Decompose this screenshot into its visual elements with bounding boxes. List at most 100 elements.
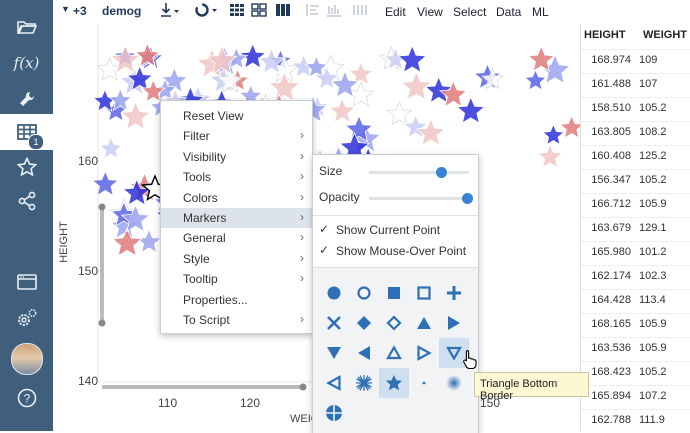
cell-height[interactable]: 161.488 [581, 78, 631, 90]
cell-height[interactable]: 156.347 [581, 174, 631, 186]
scatter-point[interactable] [91, 170, 119, 197]
menu-item-to-script[interactable]: To Script › [161, 310, 312, 330]
menu-edit[interactable]: Edit [385, 5, 406, 19]
window-icon[interactable] [0, 264, 53, 300]
cell-height[interactable]: 162.788 [581, 414, 631, 426]
table-row[interactable]: 162.788 111.9 [581, 409, 690, 431]
table-row[interactable]: 163.805 108.2 [581, 121, 690, 143]
table-row[interactable]: 165.980 101.2 [581, 241, 690, 263]
scatter-point[interactable] [523, 68, 547, 91]
cell-height[interactable]: 163.805 [581, 126, 631, 138]
cell-height[interactable]: 164.428 [581, 294, 631, 306]
square-marker-icon[interactable] [379, 278, 409, 308]
dataset-name[interactable]: demog [102, 4, 141, 18]
table-row[interactable]: 162.174 102.3 [581, 265, 690, 287]
table-row[interactable]: 168.165 105.9 [581, 313, 690, 335]
scatter-point[interactable] [328, 97, 356, 124]
cell-weight[interactable]: 107 [639, 78, 690, 90]
cell-weight[interactable]: 105.2 [639, 102, 690, 114]
help-icon[interactable]: ? [0, 380, 53, 416]
cell-weight[interactable]: 108.2 [639, 126, 690, 138]
menu-select[interactable]: Select [453, 5, 486, 19]
x-marker-icon[interactable] [319, 308, 349, 338]
cell-height[interactable]: 163.679 [581, 222, 631, 234]
wrench-icon[interactable] [0, 81, 53, 117]
share-icon[interactable] [0, 183, 53, 219]
size-slider-track[interactable] [369, 171, 469, 174]
data-grid[interactable]: HEIGHT WEIGHT 168.974 109 161.488 107 158.51… [580, 24, 690, 431]
menu-ml[interactable]: ML [532, 5, 549, 19]
cell-weight[interactable]: 107.2 [639, 390, 690, 402]
show-mouse-over-point-toggle[interactable]: ✓ Show Mouse-Over Point [313, 241, 478, 261]
menu-item-reset-view[interactable]: Reset View [161, 106, 312, 126]
settings-icon[interactable] [0, 300, 53, 336]
star-icon[interactable] [0, 149, 53, 185]
refresh-icon[interactable] [194, 2, 220, 21]
scatter-point[interactable] [439, 80, 468, 108]
scatter-point[interactable] [541, 123, 565, 146]
square-border-marker-icon[interactable] [409, 278, 439, 308]
size-slider-handle[interactable] [436, 167, 447, 178]
cell-height[interactable]: 165.980 [581, 246, 631, 258]
cell-height[interactable]: 168.165 [581, 318, 631, 330]
triangle-right-border-marker-icon[interactable] [409, 338, 439, 368]
menu-item-tooltip[interactable]: Tooltip › [161, 269, 312, 289]
menu-item-style[interactable]: Style › [161, 249, 312, 269]
column-header-weight[interactable]: WEIGHT [643, 29, 687, 41]
cell-height[interactable]: 158.510 [581, 102, 631, 114]
menu-view[interactable]: View [417, 5, 443, 19]
menu-data[interactable]: Data [496, 5, 521, 19]
cell-weight[interactable]: 101.2 [639, 246, 690, 258]
triangle-bottom-marker-icon[interactable] [319, 338, 349, 368]
scatter-point[interactable] [99, 136, 123, 160]
cell-weight[interactable]: 125.2 [639, 150, 690, 162]
user-avatar[interactable] [11, 343, 43, 375]
triangle-top-marker-icon[interactable] [409, 308, 439, 338]
folder-open-icon[interactable] [0, 9, 53, 45]
scatter-point[interactable] [386, 100, 413, 126]
cell-height[interactable]: 162.174 [581, 270, 631, 282]
cell-weight[interactable]: 113.4 [639, 294, 690, 306]
menu-item-filter[interactable]: Filter › [161, 126, 312, 146]
layout-columns-icon[interactable] [275, 3, 291, 20]
menu-item-tools[interactable]: Tools › [161, 167, 312, 187]
scatter-point[interactable] [537, 143, 564, 169]
cell-weight[interactable]: 102.3 [639, 270, 690, 282]
table-row[interactable]: 164.428 113.4 [581, 289, 690, 311]
cell-weight[interactable]: 105.9 [639, 198, 690, 210]
triangle-top-border-marker-icon[interactable] [379, 338, 409, 368]
triangle-left-border-marker-icon[interactable] [319, 368, 349, 398]
scatter-point[interactable] [268, 71, 301, 102]
diamond-marker-icon[interactable] [349, 308, 379, 338]
dropdown-caret-icon[interactable]: ▼ [61, 4, 70, 14]
diamond-border-marker-icon[interactable] [379, 308, 409, 338]
size-control[interactable]: Size [313, 161, 478, 181]
extra-count[interactable]: +3 [73, 4, 87, 18]
cell-weight[interactable]: 129.1 [639, 222, 690, 234]
asterisk-marker-icon[interactable] [349, 368, 379, 398]
table-icon[interactable]: 1 [0, 114, 53, 150]
scatter-point[interactable] [559, 114, 580, 139]
gradient-circle-marker-icon[interactable] [439, 368, 469, 398]
scatter-point[interactable] [397, 44, 427, 74]
dot-marker-icon[interactable] [409, 368, 439, 398]
layout-tiles-icon[interactable] [251, 3, 267, 20]
table-row[interactable]: 168.974 109 [581, 49, 690, 71]
table-row[interactable]: 163.679 129.1 [581, 217, 690, 239]
table-row[interactable]: 165.894 107.2 [581, 385, 690, 407]
table-row[interactable]: 158.510 105.2 [581, 97, 690, 119]
scatter-point[interactable] [111, 227, 143, 257]
cell-weight[interactable]: 105.2 [639, 366, 690, 378]
table-row[interactable]: 160.408 125.2 [581, 145, 690, 167]
table-row[interactable]: 163.536 105.9 [581, 337, 690, 359]
cell-weight[interactable]: 105.2 [639, 174, 690, 186]
menu-item-visibility[interactable]: Visibility › [161, 147, 312, 167]
layout-grid-icon[interactable] [229, 3, 245, 20]
triangle-right-marker-icon[interactable] [439, 308, 469, 338]
cell-height[interactable]: 163.536 [581, 342, 631, 354]
opacity-slider-track[interactable] [369, 197, 469, 200]
table-row[interactable]: 166.712 105.9 [581, 193, 690, 215]
star-marker-icon[interactable] [379, 368, 409, 398]
table-row[interactable]: 156.347 105.2 [581, 169, 690, 191]
cell-height[interactable]: 168.974 [581, 54, 631, 66]
